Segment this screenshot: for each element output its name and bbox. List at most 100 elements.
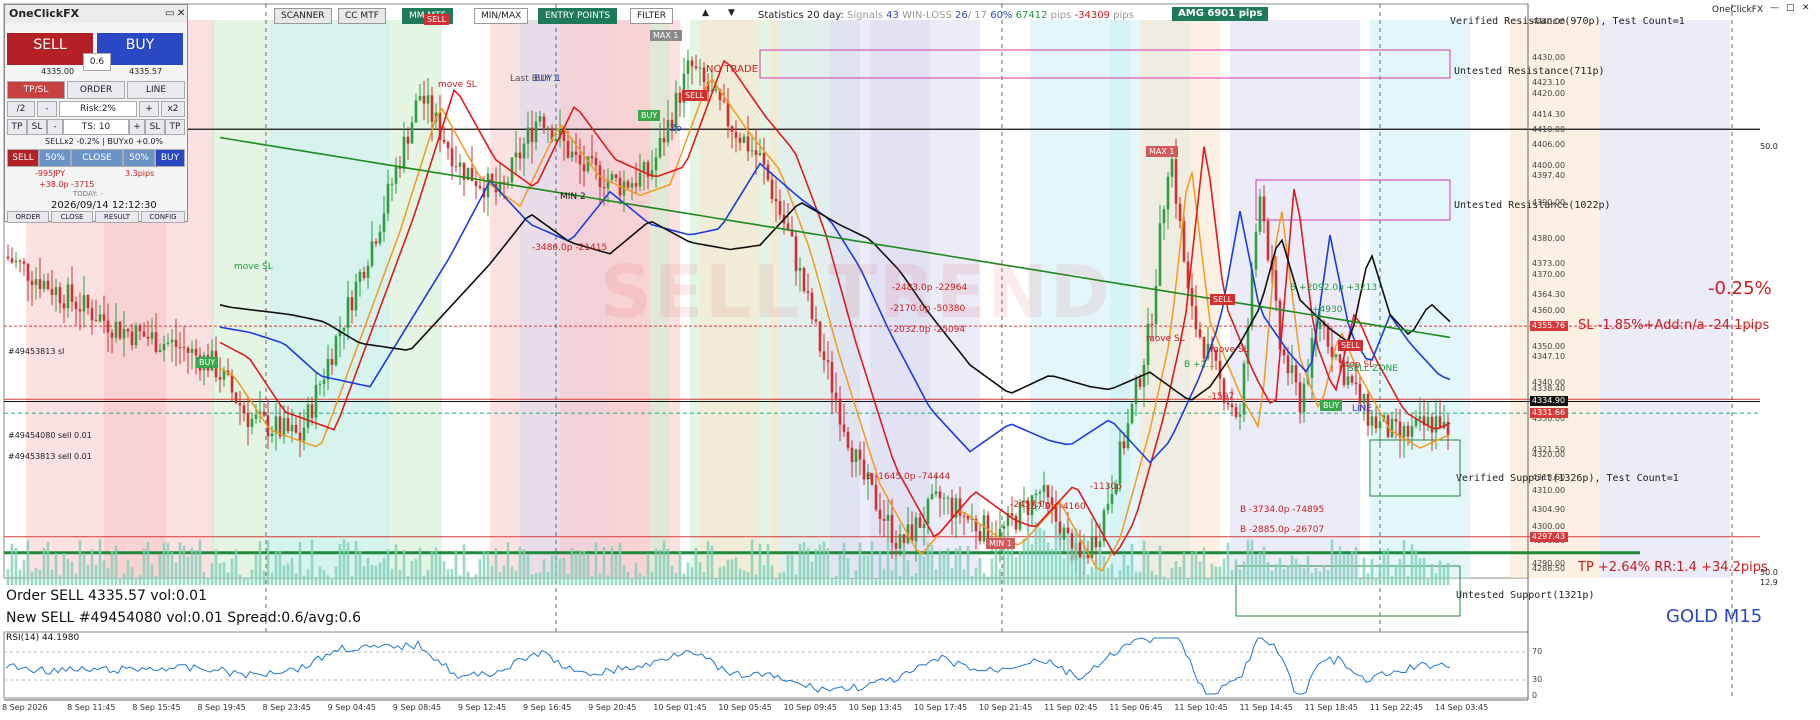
candle-body	[934, 491, 938, 495]
tp-button-2[interactable]: TP	[165, 119, 185, 135]
candle-body	[330, 358, 334, 366]
volume-bar	[126, 559, 130, 585]
result-tab-button[interactable]: RESULT	[95, 211, 139, 223]
candle-body	[382, 213, 386, 232]
candle-body	[962, 515, 966, 517]
volume-bar	[510, 566, 514, 585]
volume-bar	[486, 552, 490, 585]
risk-plus-button[interactable]: +	[139, 101, 159, 117]
volume-bar	[46, 541, 50, 585]
volume-bar	[998, 569, 1002, 585]
entry-points-button[interactable]: ENTRY POINTS	[538, 8, 618, 24]
candle-body	[166, 342, 170, 344]
volume-bar	[162, 542, 166, 585]
candle-body	[1282, 349, 1286, 356]
window-maximize-icon[interactable]: □	[1786, 3, 1795, 13]
volume-bar	[798, 543, 802, 585]
volume-bar	[454, 550, 458, 585]
volume-bar	[146, 541, 150, 585]
window-minimize-icon[interactable]: —	[1770, 3, 1779, 13]
scanner-button[interactable]: SCANNER	[274, 8, 332, 24]
volume-bar	[1446, 563, 1450, 585]
candle-body	[902, 534, 906, 544]
candle-body	[1358, 384, 1362, 404]
ts-field[interactable]: TS: 10	[63, 119, 129, 135]
volume-bar	[714, 578, 718, 585]
volume-bar	[278, 550, 282, 585]
volume-bar	[866, 555, 870, 585]
candle-body	[882, 518, 886, 521]
volume-bar	[218, 563, 222, 585]
row-close-button[interactable]: CLOSE	[71, 149, 123, 167]
candle-body	[1134, 378, 1138, 404]
candle-body	[1238, 414, 1242, 417]
new-sell-status: New SELL #49454080 vol:0.01 Spread:0.6/a…	[6, 610, 362, 626]
volume-bar	[1306, 555, 1310, 585]
volume-bar	[26, 540, 30, 585]
tab-tp-sl[interactable]: TP/SL	[7, 81, 65, 99]
volume-bar	[822, 541, 826, 585]
volume-bar	[1386, 547, 1390, 585]
config-tab-button[interactable]: CONFIG	[141, 211, 185, 223]
candle-body	[162, 343, 166, 350]
close-tab-button[interactable]: CLOSE	[51, 211, 93, 223]
filter-button[interactable]: FILTER	[630, 8, 674, 24]
volume-bar	[22, 559, 26, 585]
sl-button-2[interactable]: SL	[145, 119, 165, 135]
min-max-button[interactable]: MIN/MAX	[474, 8, 529, 24]
order-tab-button[interactable]: ORDER	[7, 211, 49, 223]
tab-line[interactable]: LINE	[127, 81, 185, 99]
volume-bar	[642, 576, 646, 585]
volume-bar	[970, 576, 974, 585]
scroll-down-icon[interactable]: ▼	[728, 8, 735, 18]
ts-plus-button[interactable]: +	[129, 119, 145, 135]
volume-bar	[106, 568, 110, 585]
risk-minus-button[interactable]: -	[37, 101, 57, 117]
volume-bar	[350, 576, 354, 585]
row-half-sell-button[interactable]: 50%	[39, 149, 71, 167]
row-sell-button[interactable]: SELL	[7, 149, 39, 167]
window-close-icon[interactable]: ✕	[1802, 3, 1810, 13]
tp-button[interactable]: TP	[7, 119, 27, 135]
tab-order[interactable]: ORDER	[67, 81, 125, 99]
half-button[interactable]: /2	[7, 101, 35, 117]
trade-annotation-green: move SL	[234, 262, 273, 272]
row-buy-button[interactable]: BUY	[155, 149, 185, 167]
volume-bar	[1078, 557, 1082, 585]
panel-minimize-icon[interactable]: ▭	[165, 8, 174, 19]
volume-bar	[422, 575, 426, 585]
volume-bar	[602, 546, 606, 585]
sell-button[interactable]: SELL	[7, 33, 93, 65]
risk-field[interactable]: Risk:2%	[59, 101, 137, 117]
volume-bar	[742, 570, 746, 585]
volume-bar	[1206, 578, 1210, 585]
candle-body	[582, 164, 586, 172]
volume-bar	[590, 576, 594, 585]
signals-label: Signals	[847, 10, 883, 21]
candle-body	[386, 184, 390, 214]
candle-body	[770, 179, 774, 199]
volume-bar	[846, 558, 850, 585]
candle-body	[1334, 354, 1338, 358]
candle-body	[362, 271, 366, 278]
candle-body	[218, 377, 222, 380]
volume-bar	[582, 550, 586, 585]
scroll-up-icon[interactable]: ▲	[702, 8, 709, 18]
ts-minus-button[interactable]: -	[47, 119, 63, 135]
row-half-buy-button[interactable]: 50%	[123, 149, 155, 167]
volume-bar	[722, 566, 726, 585]
amg-value: 6901 pips	[1207, 8, 1263, 19]
volume-bar	[814, 548, 818, 585]
volume-bar	[258, 541, 262, 585]
session-zone	[1230, 20, 1360, 578]
cc-mtf-button[interactable]: CC MTF	[338, 8, 386, 24]
volume-bar	[1270, 570, 1274, 585]
panel-close-icon[interactable]: ✕	[177, 8, 185, 19]
volume-bar	[1130, 543, 1134, 585]
sl-button[interactable]: SL	[27, 119, 47, 135]
volume-bar	[1050, 549, 1054, 585]
candle-body	[70, 284, 74, 302]
x2-button[interactable]: x2	[161, 101, 185, 117]
volume-bar	[242, 577, 246, 585]
candle-body	[1318, 321, 1322, 330]
